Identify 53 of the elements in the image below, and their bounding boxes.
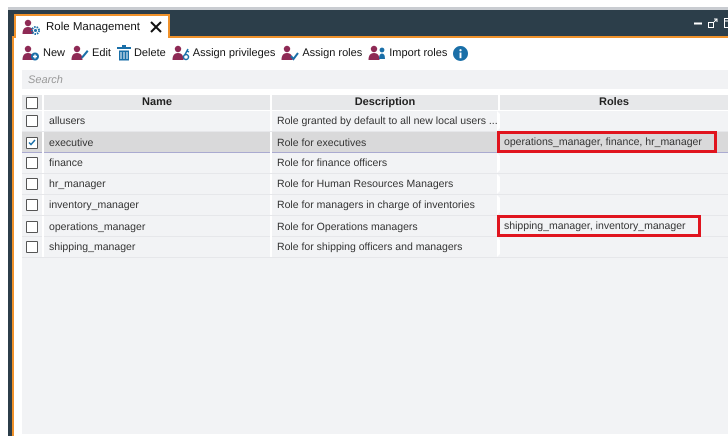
table-cell: Role for managers in charge of inventories bbox=[270, 195, 498, 215]
row-checkbox[interactable] bbox=[26, 136, 38, 148]
info-button[interactable] bbox=[453, 46, 468, 60]
highlighted-cell: operations_manager, finance, hr_manager bbox=[497, 131, 717, 153]
delete-button[interactable]: Delete bbox=[116, 45, 166, 61]
table-row[interactable]: shipping_manager Role for shipping officers and managers bbox=[22, 237, 728, 258]
table-cell: finance bbox=[42, 153, 270, 173]
privileges-button[interactable]: Assign privileges bbox=[172, 45, 276, 61]
check-user-icon bbox=[281, 45, 300, 61]
table-cell: executive bbox=[42, 132, 270, 153]
add-user-icon bbox=[22, 45, 40, 61]
maximize-icon[interactable] bbox=[724, 18, 728, 28]
highlighted-cell: shipping_manager, inventory_manager bbox=[497, 215, 701, 237]
table-row[interactable]: inventory_manager Role for managers in charge of inventories bbox=[22, 195, 728, 216]
table-cell: Role for shipping officers and managers bbox=[270, 237, 498, 257]
table-cell: shipping_manager bbox=[42, 237, 270, 257]
select-all-checkbox[interactable] bbox=[26, 96, 38, 108]
users-icon bbox=[368, 45, 386, 61]
row-checkbox[interactable] bbox=[26, 241, 38, 253]
table-row[interactable]: hr_manager Role for Human Resources Managers bbox=[22, 174, 728, 195]
edit-button[interactable]: Edit bbox=[71, 45, 111, 61]
user-gear-icon bbox=[22, 19, 40, 35]
edit-user-icon bbox=[71, 45, 90, 61]
import-button[interactable]: Import roles bbox=[368, 45, 448, 61]
column-header[interactable]: Description bbox=[270, 95, 498, 110]
table-row[interactable]: operations_manager Role for Operations managers shipping_manager, inventory_manager bbox=[22, 216, 728, 237]
row-checkbox[interactable] bbox=[26, 199, 38, 211]
restore-icon[interactable] bbox=[708, 18, 718, 28]
role-management-tab[interactable]: Role Management bbox=[14, 14, 170, 38]
tab-title: Role Management bbox=[46, 21, 140, 33]
search-field[interactable]: Search bbox=[22, 70, 728, 89]
table-row[interactable]: finance Role for finance officers bbox=[22, 153, 728, 174]
minimize-icon[interactable] bbox=[694, 22, 702, 24]
table-cell: Role for finance officers bbox=[270, 153, 498, 173]
new-button[interactable]: New bbox=[22, 45, 66, 61]
table-cell: operations_manager bbox=[42, 216, 270, 237]
row-checkbox[interactable] bbox=[26, 157, 38, 169]
column-header[interactable]: Name bbox=[42, 95, 270, 110]
table-cell: inventory_manager bbox=[42, 195, 270, 215]
close-button[interactable] bbox=[150, 21, 162, 33]
key-user-icon bbox=[172, 45, 190, 61]
row-checkbox[interactable] bbox=[26, 115, 38, 127]
table-cell: hr_manager bbox=[42, 174, 270, 194]
table-row[interactable]: executive Role for executives operations_manager, finance, hr_manager bbox=[22, 132, 728, 153]
row-checkbox[interactable] bbox=[26, 178, 38, 190]
roles-button[interactable]: Assign roles bbox=[281, 45, 362, 61]
close-icon bbox=[150, 21, 162, 33]
column-header[interactable]: Roles bbox=[498, 95, 728, 110]
table-cell: Role for Human Resources Managers bbox=[270, 174, 498, 194]
table-cell: Role for Operations managers bbox=[270, 216, 498, 237]
trash-icon bbox=[116, 45, 131, 61]
table-cell: Role for executives bbox=[270, 132, 498, 153]
row-checkbox[interactable] bbox=[26, 220, 38, 232]
